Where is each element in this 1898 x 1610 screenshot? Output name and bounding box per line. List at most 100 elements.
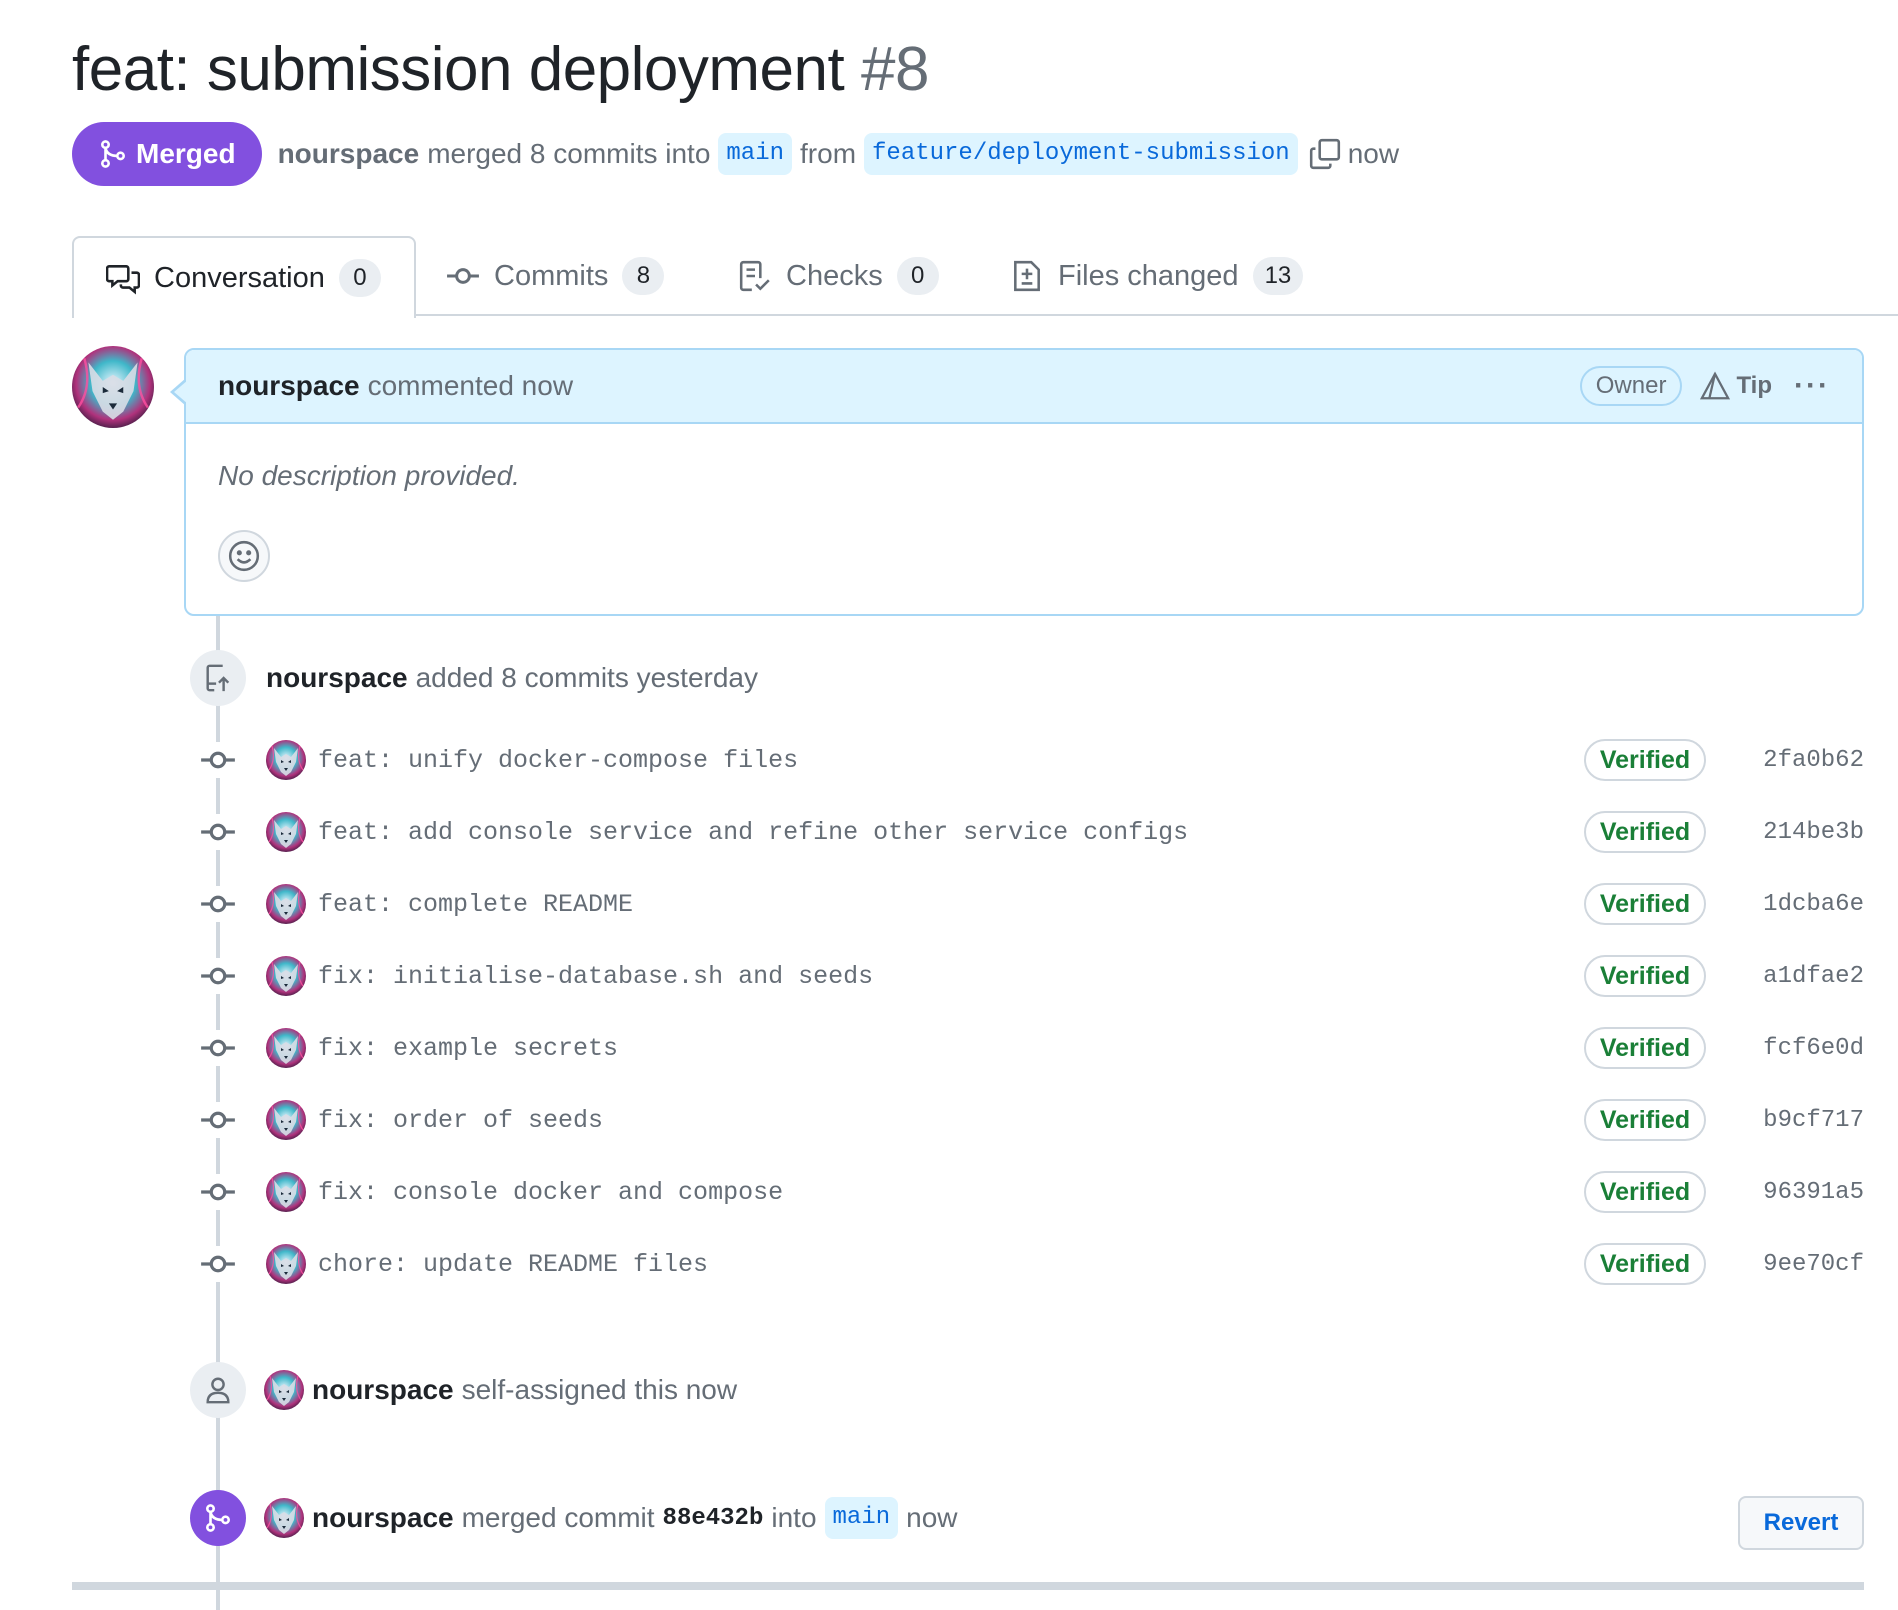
event-text: added 8 commits yesterday	[415, 662, 758, 693]
commit-sha[interactable]: 96391a5	[1762, 1179, 1864, 1206]
merge-event: nourspace merged commit 88e432b into mai…	[264, 1496, 958, 1540]
commit-message[interactable]: chore: update README files	[318, 1250, 1584, 1279]
git-commit-icon	[200, 1030, 236, 1066]
copy-icon[interactable]	[1308, 137, 1342, 171]
commit-sha[interactable]: 214be3b	[1762, 819, 1864, 846]
comment-discussion-icon	[106, 265, 140, 295]
tab-checks[interactable]: Checks 0	[738, 236, 939, 316]
commit-sha[interactable]: 1dcba6e	[1762, 891, 1864, 918]
tab-files-changed-label: Files changed	[1058, 259, 1239, 292]
verified-badge[interactable]: Verified	[1584, 955, 1706, 997]
kebab-horizontal-icon[interactable]: ···	[1794, 369, 1830, 403]
head-branch[interactable]: feature/deployment-submission	[864, 133, 1298, 175]
tab-commits-count: 8	[622, 257, 665, 295]
avatar[interactable]	[266, 1100, 306, 1140]
verified-badge[interactable]: Verified	[1584, 1027, 1706, 1069]
tab-commits-label: Commits	[494, 259, 609, 292]
event-author[interactable]: nourspace	[266, 662, 408, 694]
merge-commit-sha[interactable]: 88e432b	[663, 1505, 764, 1532]
git-commit-icon	[447, 268, 479, 284]
author-link[interactable]: nourspace	[278, 138, 420, 170]
event-author[interactable]: nourspace	[312, 1374, 454, 1406]
git-commit-icon	[200, 1102, 236, 1138]
verified-badge[interactable]: Verified	[1584, 1099, 1706, 1141]
avatar[interactable]	[266, 740, 306, 780]
avatar[interactable]	[264, 1370, 304, 1410]
git-commit-icon	[200, 958, 236, 994]
commit-row: fix: console docker and compose Verified 9…	[200, 1162, 1864, 1222]
commit-sha[interactable]: fcf6e0d	[1762, 1035, 1864, 1062]
comment-author[interactable]: nourspace	[218, 370, 360, 402]
git-merge-icon	[100, 140, 126, 168]
avatar[interactable]	[264, 1498, 304, 1538]
comment-body: No description provided.	[218, 460, 520, 491]
git-merge-icon	[205, 1504, 231, 1532]
comment-caret-inner	[174, 380, 188, 404]
add-reaction-button[interactable]	[218, 530, 270, 582]
commit-row: chore: update README files Verified 9ee70c…	[200, 1234, 1864, 1294]
commit-row: feat: complete README Verified 1dcba6e	[200, 874, 1864, 934]
merge-event-time: now	[906, 1502, 958, 1533]
verified-badge[interactable]: Verified	[1584, 739, 1706, 781]
tab-conversation-count: 0	[338, 259, 381, 297]
avatar[interactable]	[266, 956, 306, 996]
repo-push-icon	[206, 664, 230, 692]
person-icon	[206, 1377, 230, 1404]
state-label: Merged	[136, 138, 236, 169]
git-commit-icon	[200, 1246, 236, 1282]
pr-number: #8	[860, 35, 929, 104]
alert-icon	[1700, 371, 1731, 400]
commit-message[interactable]: fix: example secrets	[318, 1034, 1584, 1063]
owner-badge: Owner	[1579, 366, 1683, 406]
tab-files-changed[interactable]: Files changed 13	[1010, 236, 1304, 316]
commit-message[interactable]: fix: initialise-database.sh and seeds	[318, 962, 1584, 991]
pr-title-text: feat: submission deployment	[72, 35, 845, 104]
commit-message[interactable]: feat: complete README	[318, 890, 1584, 919]
tab-conversation-label: Conversation	[154, 261, 325, 294]
commit-sha[interactable]: 9ee70cf	[1762, 1251, 1864, 1278]
commit-sha[interactable]: b9cf717	[1762, 1107, 1864, 1134]
tip-button[interactable]: Tip	[1700, 371, 1772, 401]
commit-message[interactable]: fix: console docker and compose	[318, 1178, 1584, 1207]
commit-message[interactable]: feat: unify docker-compose files	[318, 746, 1584, 775]
avatar[interactable]	[266, 812, 306, 852]
tip-label: Tip	[1736, 372, 1773, 399]
base-branch[interactable]: main	[718, 133, 793, 175]
repo-push-badge	[190, 650, 246, 706]
commit-row: fix: example secrets Verified fcf6e0d	[200, 1018, 1864, 1078]
comment-action: commented now	[367, 370, 574, 401]
git-commit-icon	[200, 886, 236, 922]
pr-description-comment: nourspace commented now Owner Tip ··· No…	[184, 348, 1864, 616]
commit-message[interactable]: feat: add console service and refine oth…	[318, 818, 1584, 847]
file-diff-icon	[1014, 260, 1040, 292]
avatar[interactable]	[72, 346, 154, 428]
tab-commits[interactable]: Commits 8	[446, 236, 665, 316]
tab-files-changed-count: 13	[1252, 257, 1304, 295]
tab-conversation[interactable]: Conversation 0	[72, 236, 416, 318]
commit-row: feat: add console service and refine oth…	[200, 802, 1864, 862]
merge-summary: merged 8 commits into	[427, 138, 711, 169]
merged-state-badge: Merged	[72, 122, 262, 186]
avatar[interactable]	[266, 1244, 306, 1284]
event-text: self-assigned this now	[461, 1374, 738, 1405]
verified-badge[interactable]: Verified	[1584, 883, 1706, 925]
commits-added-event: nourspace added 8 commits yesterday	[266, 658, 758, 698]
avatar[interactable]	[266, 1028, 306, 1068]
self-assigned-event: nourspace self-assigned this now	[264, 1368, 737, 1412]
commit-sha[interactable]: 2fa0b62	[1762, 747, 1864, 774]
from-label: from	[800, 138, 857, 169]
verified-badge[interactable]: Verified	[1584, 1243, 1706, 1285]
verified-badge[interactable]: Verified	[1584, 811, 1706, 853]
merge-base-branch[interactable]: main	[824, 1497, 899, 1539]
revert-button[interactable]: Revert	[1738, 1496, 1864, 1550]
event-author[interactable]: nourspace	[312, 1502, 454, 1534]
timeline-divider	[72, 1582, 1864, 1590]
git-commit-icon	[200, 1174, 236, 1210]
merge-event-text: merged commit	[461, 1502, 655, 1533]
commit-message[interactable]: fix: order of seeds	[318, 1106, 1584, 1135]
avatar[interactable]	[266, 884, 306, 924]
avatar[interactable]	[266, 1172, 306, 1212]
verified-badge[interactable]: Verified	[1584, 1171, 1706, 1213]
assignee-badge	[190, 1362, 246, 1418]
commit-sha[interactable]: a1dfae2	[1762, 963, 1864, 990]
